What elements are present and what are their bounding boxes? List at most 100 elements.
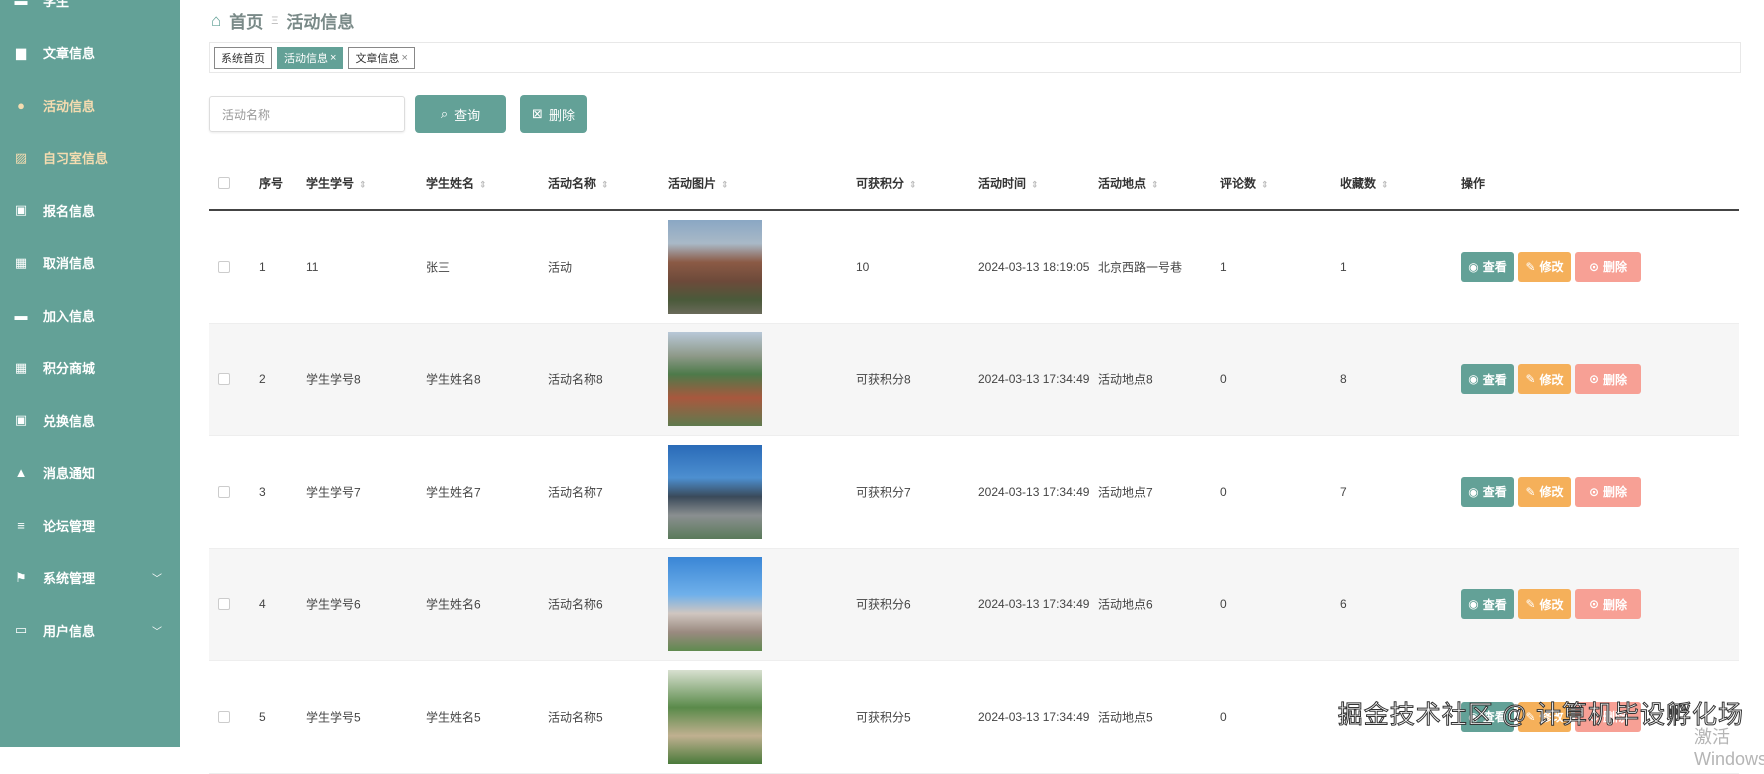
row-checkbox[interactable] xyxy=(218,373,230,386)
breadcrumb-home[interactable]: 首页 xyxy=(229,8,263,33)
sort-icon[interactable]: ⇕ xyxy=(1031,179,1039,189)
sort-icon[interactable]: ⇕ xyxy=(601,179,609,189)
table-cell: 活动地点7 xyxy=(1098,485,1153,500)
column-header[interactable]: 活动时间 ⇕ xyxy=(978,174,1039,191)
table-cell: 10 xyxy=(856,259,870,274)
query-label: 查询 xyxy=(454,107,481,123)
sidebar-item-label: 积分商城 xyxy=(43,361,96,376)
close-icon[interactable]: × xyxy=(401,52,407,64)
table-row: 1 11 张三 活动 10 2024-03-13 18:19:05 北京西路一号巷 1 1 ◉ 查看… xyxy=(209,211,1739,324)
delete-label: 删除 xyxy=(548,107,575,123)
tab-system-home[interactable]: 系统首页 xyxy=(214,46,272,69)
sidebar-item[interactable]: ▨ 自习室信息 xyxy=(0,138,180,178)
edit-button[interactable]: ✎ 修改 xyxy=(1518,589,1571,620)
delete-label: 删除 xyxy=(1603,597,1628,612)
view-button[interactable]: ◉ 查看 xyxy=(1461,251,1514,282)
grid-icon: ▦ xyxy=(14,254,28,270)
row-checkbox[interactable] xyxy=(218,598,230,611)
edit-icon: ✎ xyxy=(1525,372,1536,387)
sidebar-item[interactable]: ▦ 积分商城 xyxy=(0,348,180,388)
sidebar-item[interactable]: ● 活动信息 xyxy=(0,85,180,125)
sidebar-item[interactable]: ▭ 用户信息 ﹀ xyxy=(0,610,180,650)
table-cell: 活动名称8 xyxy=(548,372,603,387)
tab-activity-info[interactable]: 活动信息 × xyxy=(277,46,344,69)
sort-icon[interactable]: ⇕ xyxy=(721,179,729,189)
activity-image[interactable] xyxy=(668,332,762,427)
sidebar-item[interactable]: ▬ 学生 xyxy=(0,0,180,20)
view-label: 查看 xyxy=(1482,260,1507,275)
view-label: 查看 xyxy=(1482,372,1507,387)
sort-icon[interactable]: ⇕ xyxy=(479,179,487,189)
delete-row-button[interactable]: ⊙ 删除 xyxy=(1575,364,1641,395)
edit-button[interactable]: ✎ 修改 xyxy=(1518,251,1571,282)
delete-button[interactable]: ⊠ 删除 xyxy=(520,95,587,133)
wallet-icon: ▭ xyxy=(14,622,28,637)
delete-row-button[interactable]: ⊙ 删除 xyxy=(1575,476,1641,507)
sidebar-item-label: 报名信息 xyxy=(43,203,96,219)
row-checkbox[interactable] xyxy=(218,260,230,273)
sidebar-item[interactable]: ≡ 论坛管理 xyxy=(0,505,180,545)
sidebar-item[interactable]: ⚑ 系统管理 ﹀ xyxy=(0,558,180,598)
sort-icon[interactable]: ⇕ xyxy=(1261,179,1269,189)
activity-image[interactable] xyxy=(668,219,762,314)
column-header[interactable]: 学生姓名 ⇕ xyxy=(426,174,487,191)
sidebar-item[interactable]: ▲ 消息通知 xyxy=(0,453,180,493)
activity-name-input[interactable]: 活动名称 xyxy=(209,96,405,132)
table-cell: 6 xyxy=(1340,597,1347,612)
query-button[interactable]: ⌕ 查询 xyxy=(415,95,506,133)
watermark: 掘金技术社区 @ 计算机毕设孵化场 xyxy=(1337,701,1744,730)
table-cell: 学生姓名5 xyxy=(426,710,481,725)
column-header-label: 学生学号 xyxy=(306,176,355,190)
column-header-label: 活动名称 xyxy=(548,176,597,190)
sort-icon[interactable]: ⇕ xyxy=(1151,179,1159,189)
edit-button[interactable]: ✎ 修改 xyxy=(1518,364,1571,395)
delete-row-button[interactable]: ⊙ 删除 xyxy=(1575,589,1641,620)
column-header: 序号 xyxy=(259,174,283,191)
row-checkbox[interactable] xyxy=(218,710,230,723)
sidebar-item[interactable]: ▣ 报名信息 xyxy=(0,190,180,230)
column-header[interactable]: 活动图片 ⇕ xyxy=(668,174,729,191)
sort-icon[interactable]: ⇕ xyxy=(359,179,367,189)
table-cell: 可获积分6 xyxy=(856,597,911,612)
tab-article-info[interactable]: 文章信息 × xyxy=(348,46,415,69)
table-cell: 0 xyxy=(1220,372,1227,387)
eye-icon: ◉ xyxy=(1468,484,1479,499)
view-button[interactable]: ◉ 查看 xyxy=(1461,476,1514,507)
sort-icon[interactable]: ⇕ xyxy=(1381,179,1389,189)
row-checkbox[interactable] xyxy=(218,485,230,498)
table-cell: 张三 xyxy=(426,260,451,275)
column-header[interactable]: 评论数 ⇕ xyxy=(1220,174,1269,191)
sort-icon[interactable]: ⇕ xyxy=(909,179,917,189)
activity-image[interactable] xyxy=(668,444,762,539)
home-icon[interactable]: ⌂ xyxy=(211,11,221,31)
view-button[interactable]: ◉ 查看 xyxy=(1461,589,1514,620)
tab-label: 系统首页 xyxy=(221,52,265,65)
sidebar-item[interactable]: ▬ 加入信息 xyxy=(0,295,180,335)
sidebar-item[interactable]: ▦ 取消信息 xyxy=(0,243,180,283)
view-button[interactable]: ◉ 查看 xyxy=(1461,364,1514,395)
table-cell: 2024-03-13 17:34:49 xyxy=(978,372,1090,387)
select-all-checkbox[interactable] xyxy=(218,176,230,189)
column-header[interactable]: 活动地点 ⇕ xyxy=(1098,174,1159,191)
sidebar-item[interactable]: ▣ 兑换信息 xyxy=(0,400,180,440)
activity-image[interactable] xyxy=(668,557,762,652)
delete-label: 删除 xyxy=(1603,372,1628,387)
edit-button[interactable]: ✎ 修改 xyxy=(1518,476,1571,507)
column-header[interactable]: 学生学号 ⇕ xyxy=(306,174,367,191)
table-cell: 学生姓名7 xyxy=(426,485,481,500)
view-label: 查看 xyxy=(1482,485,1507,500)
edit-label: 修改 xyxy=(1539,597,1564,612)
column-header[interactable]: 活动名称 ⇕ xyxy=(548,174,609,191)
table-cell: 学生学号7 xyxy=(306,485,361,500)
activity-image[interactable] xyxy=(668,669,762,764)
person-icon: ▲ xyxy=(14,465,28,480)
delete-icon: ⊠ xyxy=(532,106,543,121)
close-icon[interactable]: × xyxy=(330,52,336,64)
column-header[interactable]: 可获积分 ⇕ xyxy=(856,174,917,191)
column-header[interactable]: 收藏数 ⇕ xyxy=(1340,174,1389,191)
edit-icon: ✎ xyxy=(1525,259,1536,274)
sidebar-item[interactable]: ▆ 文章信息 xyxy=(0,33,180,73)
eye-icon: ◉ xyxy=(1468,372,1479,387)
column-header-label: 活动时间 xyxy=(978,176,1027,190)
delete-row-button[interactable]: ⊙ 删除 xyxy=(1575,251,1641,282)
